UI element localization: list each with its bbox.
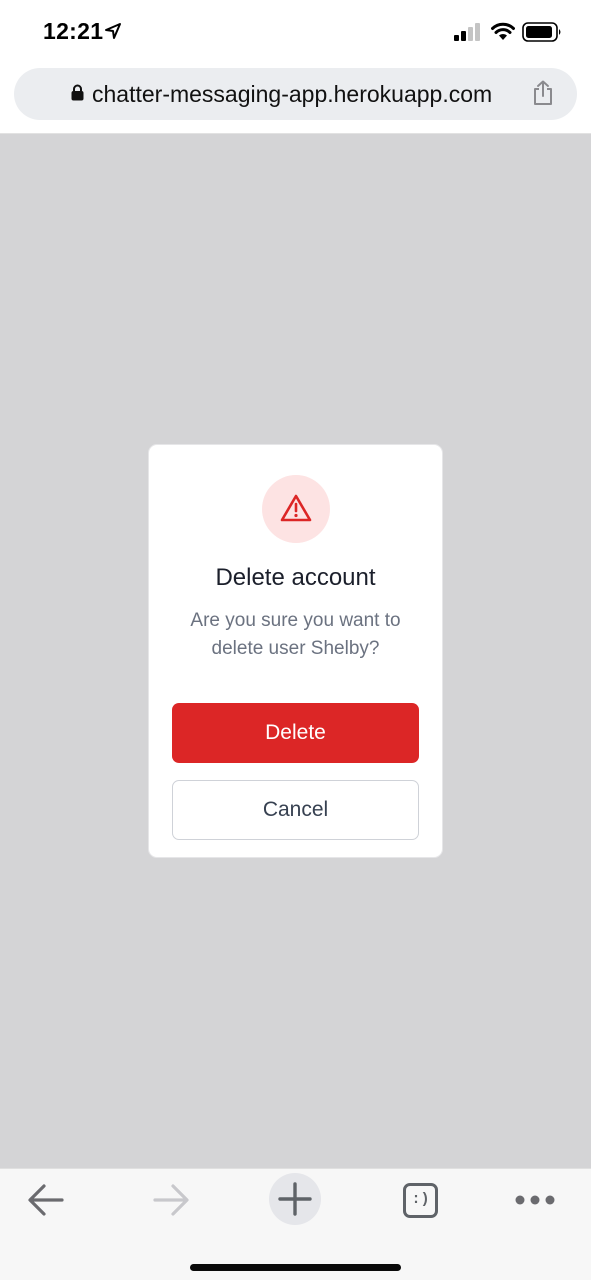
forward-arrow-icon[interactable] <box>152 1182 190 1218</box>
warning-badge <box>262 475 330 543</box>
more-icon[interactable] <box>514 1193 556 1207</box>
delete-button[interactable]: Delete <box>172 703 419 763</box>
share-icon[interactable] <box>531 80 555 106</box>
wifi-icon <box>491 22 515 40</box>
location-arrow-icon <box>105 23 121 39</box>
tabs-icon[interactable]: :) <box>403 1183 438 1218</box>
status-bar: 12:21 <box>0 0 591 62</box>
warning-triangle-icon <box>280 494 312 522</box>
cancel-button[interactable]: Cancel <box>172 780 419 840</box>
back-arrow-icon[interactable] <box>27 1182 65 1218</box>
url-text[interactable]: chatter-messaging-app.herokuapp.com <box>92 81 492 108</box>
plus-icon <box>278 1182 312 1216</box>
battery-icon <box>522 22 561 42</box>
lock-icon <box>71 84 84 101</box>
delete-account-dialog: Delete account Are you sure you want to … <box>148 444 443 858</box>
browser-toolbar: :) <box>0 1168 591 1280</box>
dialog-title: Delete account <box>215 564 376 591</box>
home-indicator[interactable] <box>190 1264 401 1271</box>
status-time: 12:21 <box>43 18 104 44</box>
dialog-message: Are you sure you want to delete user She… <box>190 610 401 659</box>
cellular-signal-icon <box>454 23 480 41</box>
new-tab-button[interactable] <box>269 1173 321 1225</box>
screen: 12:21 chatter-messaging-app.herokuapp.co… <box>0 0 591 1280</box>
address-bar[interactable]: chatter-messaging-app.herokuapp.com <box>14 68 577 120</box>
